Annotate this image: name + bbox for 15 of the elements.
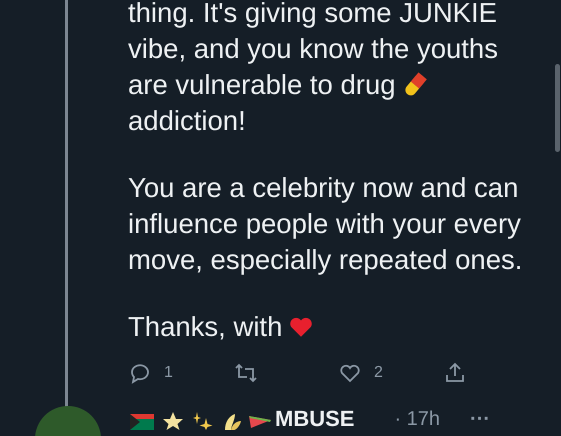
tweet-text: are vulnerable to drug <box>128 68 396 102</box>
retweet-icon[interactable] <box>233 361 259 385</box>
sparkles-icon <box>191 410 213 430</box>
tweet-text: You are a celebrity now and can influence people with your every move, especially repeated ones. <box>128 171 524 277</box>
tweet-time: · 17h <box>394 408 440 431</box>
share-icon[interactable] <box>443 361 467 385</box>
tweet-text: addiction! <box>128 104 246 138</box>
more-button[interactable]: ··· <box>470 408 490 431</box>
action-count: 2 <box>374 364 383 382</box>
tweet-text: Thanks, with <box>128 310 282 344</box>
action-count: 1 <box>164 364 173 382</box>
star-icon <box>161 410 185 430</box>
avatar <box>35 406 101 436</box>
scrollbar[interactable] <box>555 64 560 152</box>
author-name[interactable]: MBUSE <box>275 406 354 432</box>
